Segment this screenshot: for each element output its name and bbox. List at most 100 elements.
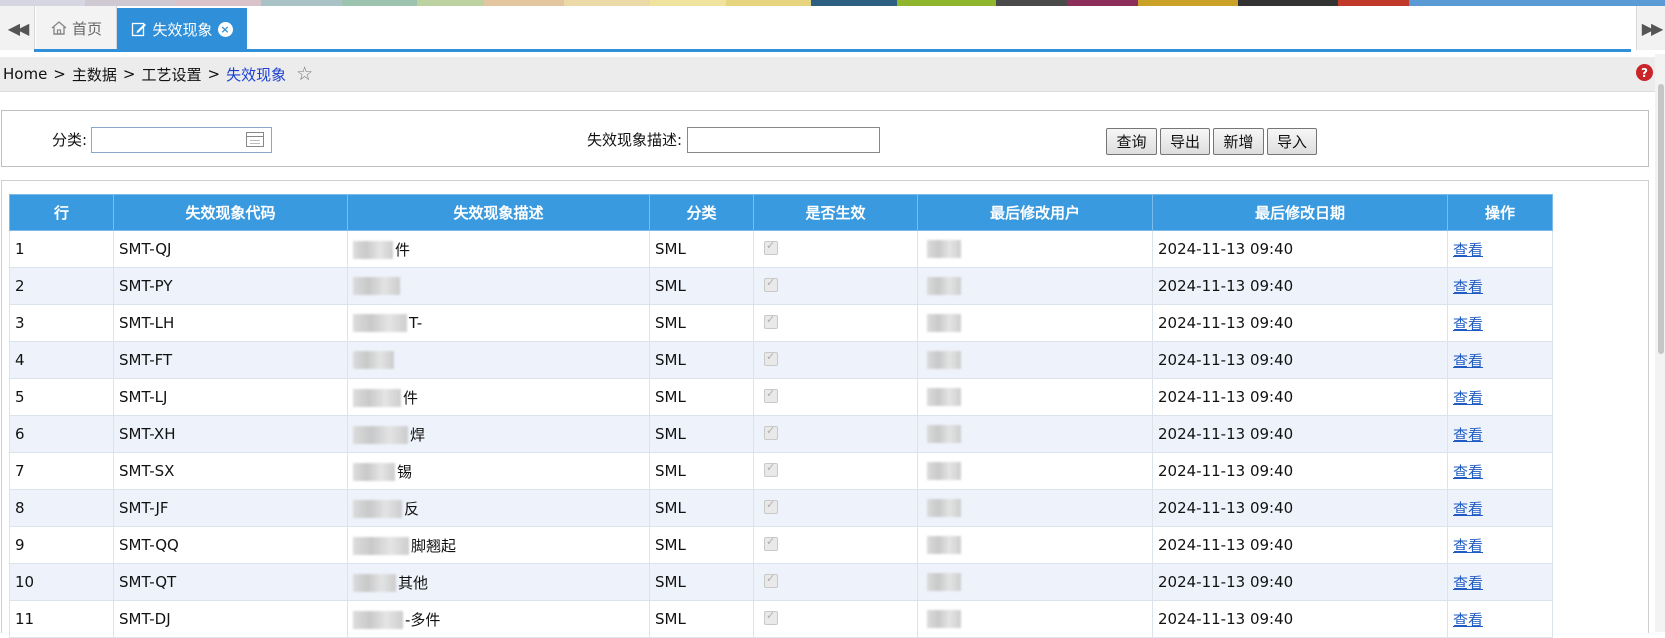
cell-row-number: 5 bbox=[9, 378, 114, 416]
col-header-active[interactable]: 是否生效 bbox=[753, 194, 918, 231]
col-header-row[interactable]: 行 bbox=[9, 194, 114, 231]
breadcrumb-separator: > bbox=[53, 65, 66, 83]
breadcrumb-process-settings[interactable]: 工艺设置 bbox=[141, 64, 201, 85]
cell-row-number: 9 bbox=[9, 526, 114, 564]
calendar-picker-icon[interactable] bbox=[246, 132, 264, 147]
breadcrumb-home[interactable]: Home bbox=[3, 65, 47, 83]
view-link[interactable]: 查看 bbox=[1453, 426, 1483, 444]
category-input[interactable] bbox=[91, 127, 272, 153]
category-label: 分类: bbox=[52, 131, 88, 149]
col-header-description[interactable]: 失效现象描述 bbox=[347, 194, 650, 231]
cell-code: SMT-FT bbox=[113, 341, 348, 379]
active-checkbox bbox=[764, 387, 778, 403]
view-link[interactable]: 查看 bbox=[1453, 500, 1483, 518]
table-row[interactable]: 9SMT-QQ 脚翘起 SML 2024-11-13 09:40 查看 bbox=[9, 526, 1553, 564]
cell-modified-user bbox=[917, 230, 1153, 268]
query-button[interactable]: 查询 bbox=[1106, 128, 1157, 155]
cell-row-number: 6 bbox=[9, 415, 114, 453]
cell-row-number: 4 bbox=[9, 341, 114, 379]
cell-modified-user bbox=[917, 341, 1153, 379]
col-header-modified-date[interactable]: 最后修改日期 bbox=[1152, 194, 1448, 231]
cell-modified-date: 2024-11-13 09:40 bbox=[1152, 526, 1448, 564]
active-checkbox bbox=[764, 276, 778, 292]
redacted-block bbox=[927, 388, 961, 407]
redacted-block bbox=[927, 351, 961, 370]
cell-action: 查看 bbox=[1447, 341, 1553, 379]
breadcrumb-master-data[interactable]: 主数据 bbox=[72, 64, 117, 85]
col-header-modified-user[interactable]: 最后修改用户 bbox=[917, 194, 1153, 231]
table-row[interactable]: 3SMT-LH T- SML 2024-11-13 09:40 查看 bbox=[9, 304, 1553, 342]
view-link[interactable]: 查看 bbox=[1453, 278, 1483, 296]
cell-description bbox=[347, 267, 650, 305]
cell-category: SML bbox=[649, 415, 754, 453]
cell-category: SML bbox=[649, 267, 754, 305]
cell-code: SMT-SX bbox=[113, 452, 348, 490]
view-link[interactable]: 查看 bbox=[1453, 611, 1483, 629]
redacted-block bbox=[927, 610, 961, 629]
cell-modified-user bbox=[917, 267, 1153, 305]
active-checkbox bbox=[764, 609, 778, 625]
scrollbar-thumb[interactable] bbox=[1658, 84, 1664, 354]
table-row[interactable]: 6SMT-XH 焊 SML 2024-11-13 09:40 查看 bbox=[9, 415, 1553, 453]
view-link[interactable]: 查看 bbox=[1453, 463, 1483, 481]
redacted-block bbox=[927, 240, 961, 259]
failure-phenomenon-table: 行 失效现象代码 失效现象描述 分类 是否生效 最后修改用户 最后修改日期 操作… bbox=[9, 194, 1553, 638]
tab-failure-phenomenon[interactable]: 失效现象 × bbox=[117, 8, 247, 50]
view-link[interactable]: 查看 bbox=[1453, 315, 1483, 333]
cell-code: SMT-QQ bbox=[113, 526, 348, 564]
cell-code: SMT-JF bbox=[113, 489, 348, 527]
cell-active bbox=[753, 267, 918, 305]
table-row[interactable]: 5SMT-LJ 件 SML 2024-11-13 09:40 查看 bbox=[9, 378, 1553, 416]
cell-description-visible: 反 bbox=[404, 499, 420, 518]
active-checkbox bbox=[764, 239, 778, 255]
cell-description-visible: 脚翘起 bbox=[411, 536, 457, 555]
description-input[interactable] bbox=[687, 127, 880, 153]
view-link[interactable]: 查看 bbox=[1453, 352, 1483, 370]
view-link[interactable]: 查看 bbox=[1453, 241, 1483, 259]
vertical-scrollbar[interactable] bbox=[1655, 54, 1665, 632]
cell-modified-date: 2024-11-13 09:40 bbox=[1152, 415, 1448, 453]
tab-scroll-left-icon[interactable]: ◀◀ bbox=[0, 6, 35, 50]
cell-description: 焊 bbox=[347, 415, 650, 453]
table-row[interactable]: 8SMT-JF 反 SML 2024-11-13 09:40 查看 bbox=[9, 489, 1553, 527]
cell-description: 其他 bbox=[347, 563, 650, 601]
cell-category: SML bbox=[649, 526, 754, 564]
cell-code: SMT-QJ bbox=[113, 230, 348, 268]
table-row[interactable]: 4SMT-FT SML 2024-11-13 09:40 查看 bbox=[9, 341, 1553, 379]
cell-category: SML bbox=[649, 230, 754, 268]
view-link[interactable]: 查看 bbox=[1453, 537, 1483, 555]
active-checkbox bbox=[764, 535, 778, 551]
tab-scroll-right-icon[interactable]: ▶▶ bbox=[1636, 6, 1665, 50]
help-icon[interactable]: ? bbox=[1636, 64, 1653, 81]
cell-category: SML bbox=[649, 452, 754, 490]
active-checkbox bbox=[764, 461, 778, 477]
view-link[interactable]: 查看 bbox=[1453, 574, 1483, 592]
table-row[interactable]: 2SMT-PY SML 2024-11-13 09:40 查看 bbox=[9, 267, 1553, 305]
redacted-block bbox=[353, 463, 395, 481]
cell-code: SMT-QT bbox=[113, 563, 348, 601]
table-row[interactable]: 10SMT-QT 其他 SML 2024-11-13 09:40 查看 bbox=[9, 563, 1553, 601]
view-link[interactable]: 查看 bbox=[1453, 389, 1483, 407]
cell-description-visible: 件 bbox=[395, 240, 411, 259]
cell-description: 锡 bbox=[347, 452, 650, 490]
cell-category: SML bbox=[649, 304, 754, 342]
redacted-block bbox=[353, 277, 400, 296]
col-header-category[interactable]: 分类 bbox=[649, 194, 754, 231]
cell-modified-date: 2024-11-13 09:40 bbox=[1152, 304, 1448, 342]
table-row[interactable]: 1SMT-QJ 件 SML 2024-11-13 09:40 查看 bbox=[9, 230, 1553, 268]
tab-home[interactable]: 首页 bbox=[36, 6, 117, 50]
col-header-action: 操作 bbox=[1447, 194, 1553, 231]
redacted-block bbox=[353, 426, 408, 444]
col-header-code[interactable]: 失效现象代码 bbox=[113, 194, 348, 231]
cell-action: 查看 bbox=[1447, 489, 1553, 527]
close-icon[interactable]: × bbox=[217, 21, 233, 37]
import-button[interactable]: 导入 bbox=[1267, 128, 1317, 155]
add-button[interactable]: 新增 bbox=[1213, 128, 1264, 155]
favorite-star-icon[interactable]: ☆ bbox=[296, 63, 313, 85]
table-row[interactable]: 7SMT-SX 锡 SML 2024-11-13 09:40 查看 bbox=[9, 452, 1553, 490]
cell-category: SML bbox=[649, 563, 754, 601]
home-icon bbox=[51, 21, 67, 35]
export-button[interactable]: 导出 bbox=[1160, 128, 1210, 155]
redacted-block bbox=[927, 277, 961, 296]
cell-code: SMT-LH bbox=[113, 304, 348, 342]
